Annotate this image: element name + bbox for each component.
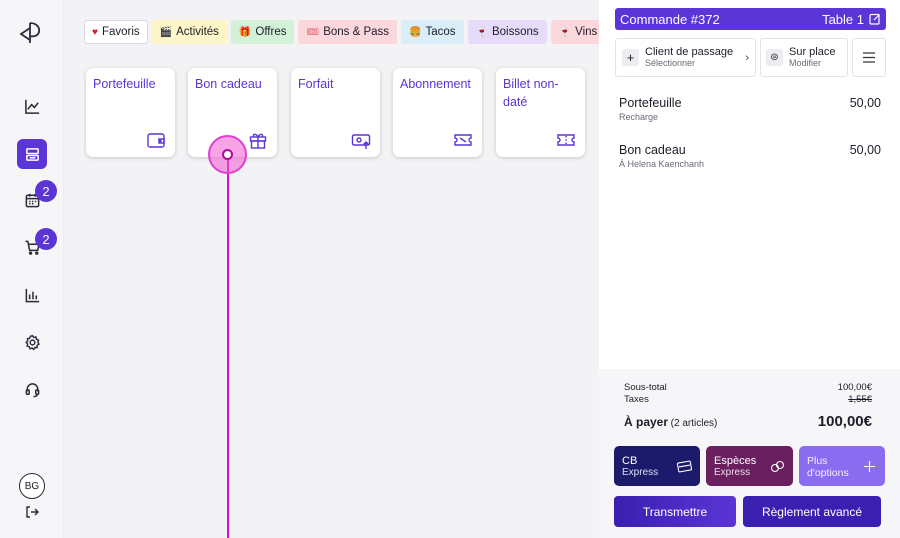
sidebar-item-support[interactable] (17, 374, 47, 404)
product-label: Forfait (298, 77, 334, 91)
gear-icon (24, 334, 40, 350)
sidebar-item-settings[interactable] (17, 327, 47, 357)
tab-label: Tacos (425, 26, 456, 38)
product-card-forfait[interactable]: Forfait (291, 68, 380, 157)
ticket-icon (454, 134, 472, 146)
product-card-abonnement[interactable]: Abonnement (393, 68, 482, 157)
coins-icon (770, 460, 785, 473)
taxes-value: 1,55€ (848, 394, 872, 405)
category-tabs: ♥ Favoris 🎬 Activités 🎁 Offres 🎟 Bons & Pass 🍔 Ta… (84, 20, 599, 45)
line-sub: Recharge (619, 112, 659, 122)
line-price: 50,00 (849, 143, 881, 157)
plus-icon (864, 461, 875, 472)
place-sub: Modifier (789, 58, 822, 68)
tab-tacos[interactable]: 🍔 Tacos (401, 20, 464, 44)
order-line[interactable]: Bon cadeau 50,00 À Helena Kaenchanh (619, 143, 881, 169)
tab-offres[interactable]: 🎁 Offres (230, 20, 295, 44)
register-icon (25, 147, 39, 161)
tab-favoris[interactable]: ♥ Favoris (84, 20, 148, 44)
credit-card-icon (677, 460, 692, 473)
pay-cb-button[interactable]: CB Express (614, 446, 700, 486)
tab-label: Bons & Pass (323, 26, 390, 38)
wine-icon: 🍷 (558, 26, 572, 38)
taxes-row: Taxes 1,55€ (624, 394, 872, 405)
transmit-button[interactable]: Transmettre (614, 496, 736, 527)
line-name: Portefeuille (619, 96, 682, 110)
plus-icon: + (622, 49, 639, 66)
subtotal-row: Sous-total 100,00€ (624, 382, 872, 393)
total-label: À payer (624, 415, 669, 429)
product-label: Abonnement (400, 77, 471, 91)
pay-cash-button[interactable]: Espèces Express (706, 446, 793, 486)
order-line[interactable]: Portefeuille 50,00 Recharge (619, 96, 881, 122)
sidebar-item-dashboard[interactable] (17, 91, 47, 121)
service-mode-selector[interactable]: ⊜ Sur place Modifier (760, 38, 848, 77)
table-label: Table 1 (822, 11, 864, 27)
chevron-right-icon: › (745, 51, 749, 64)
table-selector[interactable]: Table 1 (822, 12, 881, 27)
line-sub: À Helena Kaenchanh (619, 159, 705, 169)
order-menu-button[interactable] (852, 38, 886, 77)
gift-icon (249, 133, 267, 149)
client-selector[interactable]: + Client de passage Sélectionner › (615, 38, 756, 77)
product-card-portefeuille[interactable]: Portefeuille (86, 68, 175, 157)
product-label: Billet non-daté (503, 77, 559, 109)
total-row: À payer (2 articles) 100,00€ (624, 413, 872, 430)
tab-label: Vins (575, 26, 598, 38)
gift-emoji-icon: 🎁 (238, 26, 252, 38)
chart-line-icon (24, 99, 39, 114)
wallet-icon (147, 133, 165, 148)
tab-label: Activités (176, 26, 219, 38)
calendar-badge: 2 (35, 180, 57, 202)
line-price: 50,00 (849, 96, 881, 110)
hamburger-icon (863, 52, 875, 63)
client-sub: Sélectionner (645, 58, 696, 68)
touch-point (222, 149, 233, 160)
dining-icon: ⊜ (766, 49, 783, 66)
product-card-billet[interactable]: Billet non-daté (496, 68, 585, 157)
order-title: Commande #372 (620, 11, 720, 27)
line-name: Bon cadeau (619, 143, 686, 157)
heart-icon: ♥ (92, 26, 98, 38)
tab-label: Offres (255, 26, 287, 38)
product-label: Bon cadeau (195, 77, 262, 91)
ticket-emoji-icon: 🎟 (306, 26, 320, 38)
subtotal-label: Sous-total (624, 382, 667, 393)
tab-vins[interactable]: 🍷 Vins (550, 20, 599, 44)
bar-chart-icon (25, 288, 39, 302)
cart-badge: 2 (35, 228, 57, 250)
total-value: 100,00€ (817, 413, 872, 430)
order-header: Commande #372 Table 1 (615, 8, 886, 30)
wine-icon: 🍷 (475, 26, 488, 38)
burger-icon: 🍔 (409, 26, 422, 38)
touch-trail (227, 154, 229, 538)
tab-bons-pass[interactable]: 🎟 Bons & Pass (298, 20, 398, 44)
edit-icon (869, 13, 880, 25)
tab-label: Boissons (491, 26, 539, 38)
sidebar: 2 2 BG (0, 0, 64, 538)
ticket-dashed-icon (557, 134, 575, 146)
subtotal-value: 100,00€ (837, 382, 872, 393)
avatar[interactable]: BG (19, 473, 45, 499)
place-title: Sur place (789, 46, 836, 58)
logout-icon[interactable] (24, 504, 40, 520)
taxes-label: Taxes (624, 394, 649, 405)
more-options-button[interactable]: Plus d'options (799, 446, 885, 486)
logo-icon[interactable] (17, 20, 43, 46)
cash-upload-icon (351, 134, 371, 149)
sidebar-item-pos[interactable] (17, 139, 47, 169)
product-label: Portefeuille (93, 77, 156, 91)
clapperboard-icon: 🎬 (159, 26, 173, 38)
sidebar-item-stats[interactable] (17, 280, 47, 310)
touch-indicator (208, 135, 247, 174)
headset-icon (25, 382, 39, 397)
client-title: Client de passage (645, 46, 734, 58)
advanced-payment-button[interactable]: Règlement avancé (743, 496, 881, 527)
tab-activites[interactable]: 🎬 Activités (151, 20, 227, 44)
tab-boissons[interactable]: 🍷 Boissons (467, 20, 547, 44)
total-count: (2 articles) (670, 418, 718, 429)
tab-label: Favoris (101, 26, 140, 38)
